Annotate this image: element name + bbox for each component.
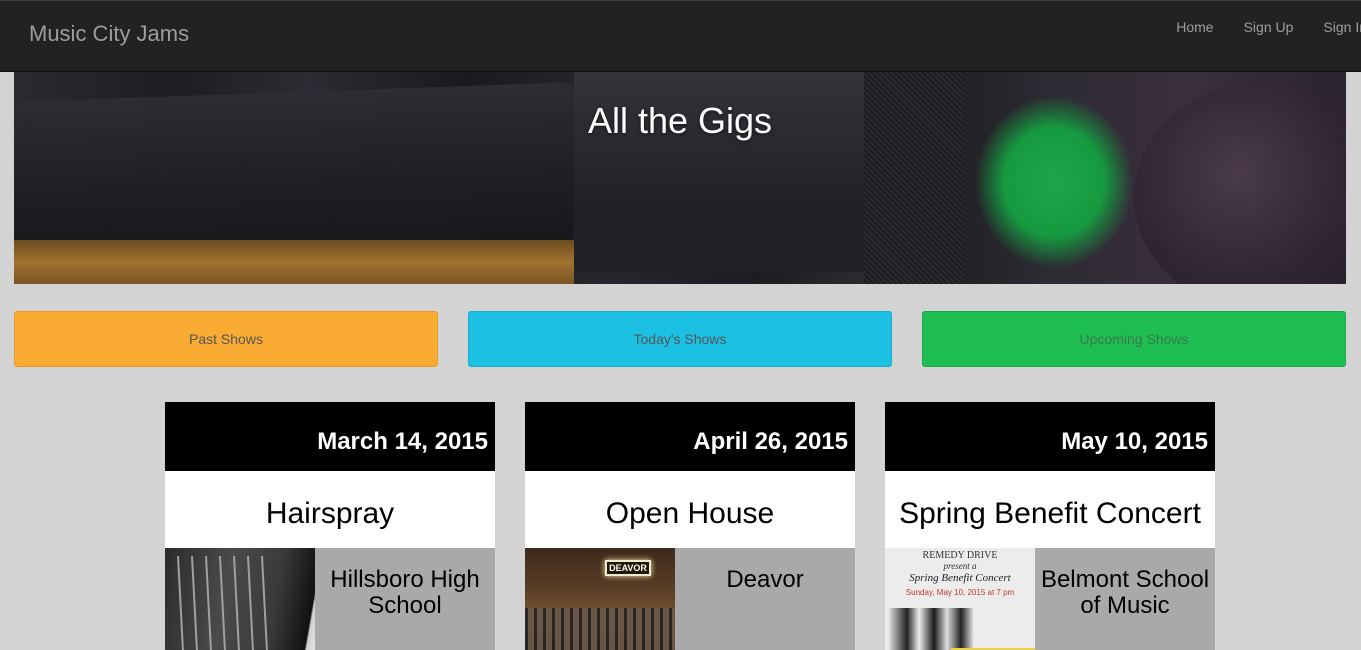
gig-title[interactable]: Spring Benefit Concert [885, 471, 1215, 548]
poster-line: present a [943, 561, 977, 571]
gig-details: REMEDY DRIVE present a Spring Benefit Co… [885, 548, 1215, 650]
deavor-sign: DEAVOR [605, 560, 651, 576]
navbar: Music City Jams Home Sign Up Sign In [0, 0, 1361, 72]
gig-card[interactable]: April 26, 2015 Open House DEAVOR Deavor [525, 402, 855, 650]
poster-photo [889, 608, 989, 650]
nav-home-link[interactable]: Home [1161, 19, 1228, 36]
gig-title[interactable]: Hairspray [165, 471, 495, 548]
poster-line: Spring Benefit Concert [909, 572, 1011, 584]
gig-venue: Hillsboro High School [330, 566, 480, 619]
brand-link[interactable]: Music City Jams [29, 21, 189, 47]
gig-card[interactable]: March 14, 2015 Hairspray Hillsboro High … [165, 402, 495, 650]
upcoming-shows-button[interactable]: Upcoming Shows [922, 311, 1346, 367]
gig-image: REMEDY DRIVE present a Spring Benefit Co… [885, 548, 1035, 650]
nav-signin-link[interactable]: Sign In [1308, 19, 1361, 36]
gig-venue: Belmont School of Music [1040, 566, 1210, 619]
hero-wood-trim [14, 240, 574, 284]
past-shows-button[interactable]: Past Shows [14, 311, 438, 367]
gig-title[interactable]: Open House [525, 471, 855, 548]
hero-banner: All the Gigs [14, 72, 1346, 284]
nav-signup-link[interactable]: Sign Up [1229, 19, 1309, 36]
gig-venue: Deavor [726, 566, 804, 593]
gig-details: Hillsboro High School [165, 548, 495, 650]
chairs-image [525, 608, 675, 650]
gig-date: April 26, 2015 [525, 402, 855, 471]
poster-line: REMEDY DRIVE [922, 550, 998, 561]
gig-date: March 14, 2015 [165, 402, 495, 471]
page-title: All the Gigs [587, 100, 773, 141]
nav-links: Home Sign Up Sign In [1161, 19, 1361, 36]
gig-card[interactable]: May 10, 2015 Spring Benefit Concert REME… [885, 402, 1215, 650]
todays-shows-button[interactable]: Today's Shows [468, 311, 892, 367]
poster-line: Sunday, May 10, 2015 at 7 pm [905, 588, 1015, 597]
gig-details: DEAVOR Deavor [525, 548, 855, 650]
gig-image: DEAVOR [525, 548, 675, 650]
gig-date: May 10, 2015 [885, 402, 1215, 471]
gig-image [165, 548, 315, 650]
